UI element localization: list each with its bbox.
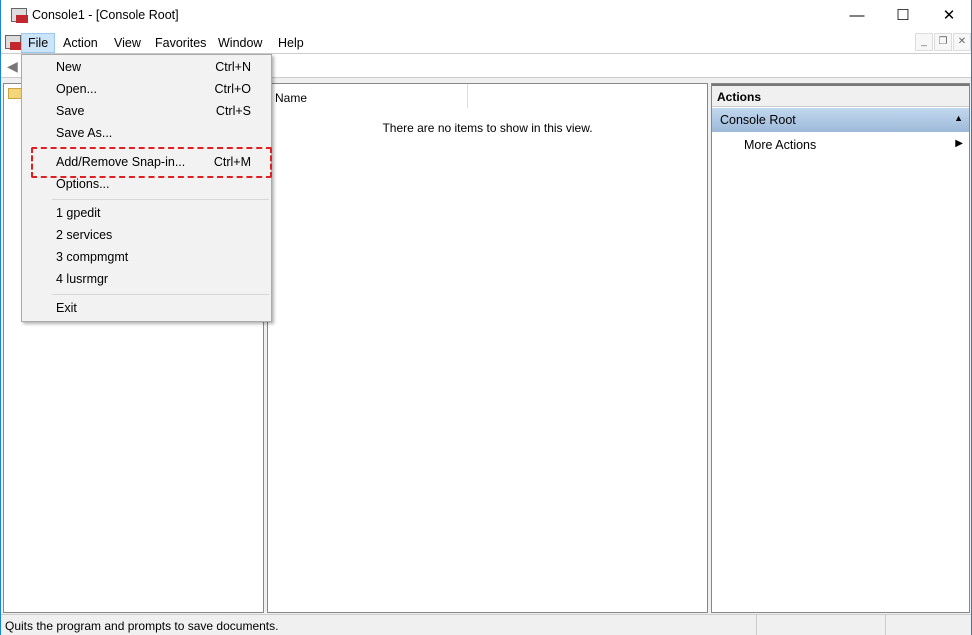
status-divider [756, 614, 757, 635]
menu-separator [52, 294, 269, 295]
folder-icon [8, 88, 22, 99]
menu-item-recent[interactable]: 3 compmgmt [24, 246, 269, 268]
menu-item-recent[interactable]: 1 gpedit [24, 202, 269, 224]
mmc-app-icon [11, 8, 28, 23]
status-bar: Quits the program and prompts to save do… [1, 614, 971, 635]
menu-item-recent[interactable]: 2 services [24, 224, 269, 246]
status-divider [885, 614, 886, 635]
menu-window[interactable]: Window [212, 33, 268, 53]
mdi-restore-button[interactable]: ❐ [934, 33, 952, 51]
menu-item-exit[interactable]: Exit [24, 297, 269, 319]
empty-message: There are no items to show in this view. [382, 121, 593, 135]
title-bar: Console1 - [Console Root] — ☐ ✕ [1, 0, 971, 32]
menu-item-open[interactable]: Open... Ctrl+O [24, 78, 269, 100]
actions-pane: Actions Console Root ▲ More Actions ▶ [711, 83, 970, 613]
menu-action[interactable]: Action [57, 33, 104, 53]
results-pane: Name There are no items to show in this … [267, 83, 708, 613]
more-actions[interactable]: More Actions [744, 138, 816, 152]
maximize-button[interactable]: ☐ [880, 0, 926, 32]
back-arrow-icon[interactable]: ◀ [7, 58, 18, 75]
mmc-window: Console1 - [Console Root] — ☐ ✕ File Act… [0, 0, 972, 635]
column-header-name[interactable]: Name [268, 84, 468, 108]
actions-section-console-root[interactable]: Console Root ▲ [712, 108, 969, 132]
file-menu-dropdown: New Ctrl+N Open... Ctrl+O Save Ctrl+S Save … [21, 54, 272, 322]
submenu-arrow-icon: ▶ [955, 138, 963, 149]
close-button[interactable]: ✕ [926, 0, 972, 32]
menu-item-save[interactable]: Save Ctrl+S [24, 100, 269, 122]
actions-section-label: Console Root [720, 113, 796, 127]
minimize-button[interactable]: — [834, 0, 880, 32]
menu-favorites[interactable]: Favorites [149, 33, 212, 53]
menu-item-options[interactable]: Options... [24, 173, 269, 195]
system-menu-icon[interactable] [5, 35, 22, 50]
menu-item-new[interactable]: New Ctrl+N [24, 56, 269, 78]
mdi-minimize-button[interactable]: _ [915, 33, 933, 51]
window-title: Console1 - [Console Root] [32, 8, 179, 22]
menu-item-save-as[interactable]: Save As... [24, 122, 269, 144]
actions-header: Actions [712, 84, 969, 107]
menu-file[interactable]: File [21, 33, 56, 53]
menu-view[interactable]: View [108, 33, 147, 53]
menu-separator [52, 199, 269, 200]
menu-item-recent[interactable]: 4 lusrmgr [24, 268, 269, 290]
collapse-up-icon[interactable]: ▲ [954, 113, 963, 123]
mdi-close-button[interactable]: ✕ [953, 33, 971, 51]
menu-bar: File Action View Favorites Window Help [1, 32, 971, 54]
menu-help[interactable]: Help [272, 33, 310, 53]
